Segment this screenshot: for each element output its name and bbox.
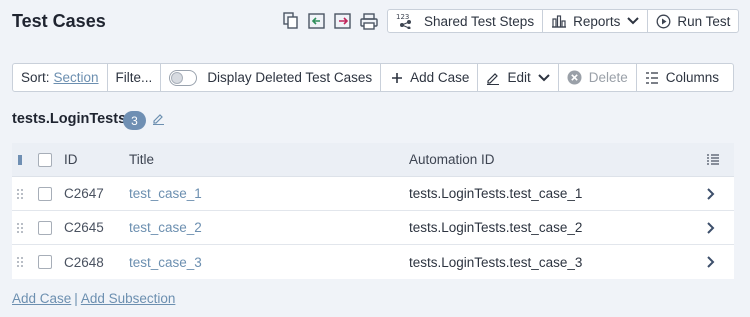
select-all-checkbox[interactable] [38,152,52,167]
edit-dropdown[interactable]: Edit [478,64,559,91]
export-icon[interactable] [333,11,353,31]
table-row[interactable]: C2647 test_case_1 tests.LoginTests.test_… [12,177,734,211]
filter-button[interactable]: Filte... [108,64,162,91]
table-row[interactable]: C2648 test_case_3 tests.LoginTests.test_… [12,245,734,279]
columns-icon [645,71,658,84]
add-case-link[interactable]: Add Case [12,291,71,306]
add-case-button[interactable]: Add Case [381,64,479,91]
run-test-button[interactable]: Run Test [648,10,738,32]
delete-button[interactable]: Delete [559,64,637,91]
display-deleted-control: Display Deleted Test Cases [161,64,382,91]
svg-text:123: 123 [396,13,409,21]
test-cases-table: ID Title Automation ID C2647 test_case_1… [12,143,734,279]
shared-test-steps-button[interactable]: 123 Shared Test Steps [388,10,544,32]
edit-label: Edit [507,70,531,85]
delete-label: Delete [588,70,628,85]
case-automation-id: tests.LoginTests.test_case_1 [409,186,583,201]
columns-button[interactable]: Columns [637,64,727,91]
columns-label: Columns [665,70,720,85]
case-id: C2645 [64,220,104,235]
drag-handle-icon[interactable] [16,245,24,279]
shared-steps-icon: 123 [396,13,411,29]
display-deleted-toggle[interactable] [169,69,198,86]
copy-icon[interactable] [281,11,301,31]
column-settings-icon[interactable] [706,143,720,176]
edit-section-icon[interactable] [152,112,165,128]
chevron-down-icon [627,17,640,25]
case-title-link[interactable]: test_case_1 [129,177,202,210]
case-count-badge: 3 [123,111,146,130]
case-id: C2647 [64,186,104,201]
row-checkbox-cell [38,211,52,244]
column-header-automation-id[interactable]: Automation ID [409,143,495,176]
section-title: tests.LoginTests [12,111,127,127]
drag-handle-icon[interactable] [16,177,24,210]
header-action-group: 123 Shared Test Steps Reports Run Test [387,9,740,33]
bar-chart-icon [552,15,567,28]
select-all-checkbox-cell [38,143,52,176]
case-automation-id: tests.LoginTests.test_case_3 [409,254,583,270]
column-header-id[interactable]: ID [64,143,78,176]
case-title-link[interactable]: test_case_2 [129,211,202,244]
chevron-right-icon[interactable] [706,245,716,279]
add-case-label: Add Case [410,70,470,85]
display-deleted-label: Display Deleted Test Cases [207,70,373,85]
table-row[interactable]: C2645 test_case_2 tests.LoginTests.test_… [12,211,734,245]
case-id: C2648 [64,254,104,270]
close-circle-icon [567,70,582,85]
play-circle-icon [656,14,671,28]
row-checkbox[interactable] [38,255,52,269]
cases-toolbar: Sort: Section Filte... Display Deleted T… [12,63,734,92]
chevron-down-icon [537,73,550,81]
import-icon[interactable] [307,11,327,31]
row-checkbox[interactable] [38,220,52,235]
section-footer-links: Add Case | Add Subsection [12,291,175,306]
run-test-label: Run Test [677,13,731,29]
page-title: Test Cases [12,11,106,31]
add-subsection-link[interactable]: Add Subsection [81,291,176,306]
row-checkbox[interactable] [38,186,52,201]
reports-label: Reports [573,13,621,29]
case-automation-id: tests.LoginTests.test_case_2 [409,220,583,235]
drag-handle-icon[interactable] [16,211,24,244]
row-checkbox-cell [38,177,52,210]
chevron-right-icon[interactable] [706,177,716,210]
select-all-indicator-icon [16,143,24,176]
sort-control: Sort: Section [13,64,108,91]
column-header-title[interactable]: Title [129,143,154,176]
print-icon[interactable] [359,11,379,31]
table-header: ID Title Automation ID [12,143,734,177]
reports-dropdown[interactable]: Reports [543,10,649,32]
case-title-link[interactable]: test_case_3 [129,245,202,279]
chevron-right-icon[interactable] [706,211,716,244]
row-checkbox-cell [38,245,52,279]
sort-value-link[interactable]: Section [54,70,99,85]
sort-label: Sort: [21,70,50,85]
shared-test-steps-label: Shared Test Steps [424,13,535,29]
pencil-icon [487,72,500,85]
footer-separator: | [74,291,78,306]
filter-label: Filte... [115,70,153,85]
plus-icon [392,72,403,83]
